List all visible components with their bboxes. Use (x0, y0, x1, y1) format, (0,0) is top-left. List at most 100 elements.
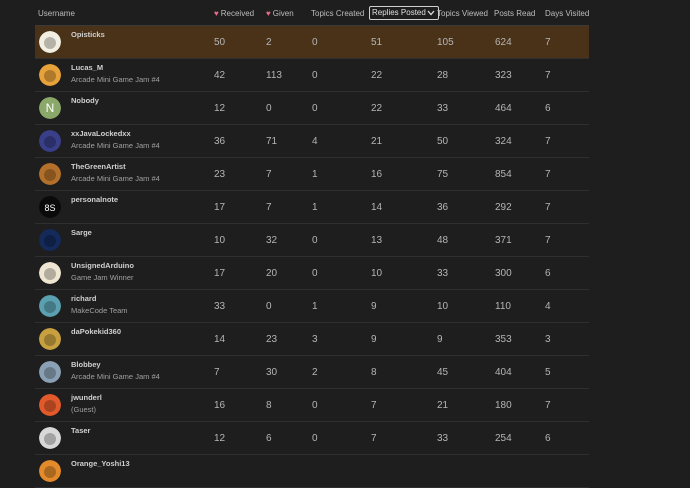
avatar[interactable] (39, 229, 61, 251)
username-link[interactable]: Opisticks (71, 30, 105, 39)
cell-given: 7 (266, 169, 272, 180)
cell-posts-read: 324 (495, 136, 512, 147)
cell-given: 8 (266, 400, 272, 411)
username-link[interactable]: UnsignedArduino (71, 261, 134, 270)
cell-topics-created: 2 (312, 367, 318, 378)
cell-given: 6 (266, 433, 272, 444)
user-title: Arcade Mini Game Jam #4 (71, 141, 160, 150)
cell-topics-created: 1 (312, 169, 318, 180)
avatar[interactable] (39, 163, 61, 185)
cell-posts-read: 300 (495, 268, 512, 279)
column-username[interactable]: Username (38, 9, 75, 18)
table-row: richard MakeCode Team 33 0 1 9 10 110 4 (35, 290, 589, 323)
cell-topics-created: 1 (312, 202, 318, 213)
table-row: Taser 12 6 0 7 33 254 6 (35, 422, 589, 455)
username-link[interactable]: Taser (71, 426, 90, 435)
cell-days-visited: 6 (545, 268, 551, 279)
username-link[interactable]: Lucas_M (71, 63, 103, 72)
cell-given: 0 (266, 103, 272, 114)
cell-posts-read: 110 (495, 301, 511, 312)
cell-received: 12 (214, 103, 226, 114)
cell-topics-viewed: 28 (437, 70, 449, 81)
cell-topics-viewed: 48 (437, 235, 449, 246)
cell-topics-created: 0 (312, 103, 318, 114)
avatar[interactable] (39, 130, 61, 152)
column-days-visited[interactable]: Days Visited (545, 9, 589, 18)
table-row: daPokekid360 14 23 3 9 9 353 3 (35, 323, 589, 356)
avatar[interactable] (39, 31, 61, 53)
column-given[interactable]: ♥ Given (266, 9, 294, 18)
table-row: xxJavaLockedxx Arcade Mini Game Jam #4 36 7… (35, 125, 589, 158)
cell-days-visited: 7 (545, 202, 551, 213)
user-title: MakeCode Team (71, 306, 128, 315)
column-received-label: Received (220, 9, 255, 18)
cell-topics-viewed: 9 (437, 334, 443, 345)
username-link[interactable]: richard (71, 294, 96, 303)
column-topics-created[interactable]: Topics Created (311, 9, 364, 18)
cell-posts-read: 624 (495, 37, 512, 48)
cell-received: 42 (214, 70, 226, 81)
table-row: UnsignedArduino Game Jam Winner 17 20 0 10 33 3… (35, 257, 589, 290)
cell-topics-viewed: 75 (437, 169, 449, 180)
column-received[interactable]: ♥ Received (214, 9, 254, 18)
cell-days-visited: 6 (545, 103, 551, 114)
user-title: Arcade Mini Game Jam #4 (71, 75, 160, 84)
cell-received: 17 (214, 268, 226, 279)
username-link[interactable]: xxJavaLockedxx (71, 129, 131, 138)
cell-replies-posted: 22 (371, 103, 383, 114)
cell-posts-read: 353 (495, 334, 512, 345)
cell-posts-read: 323 (495, 70, 512, 81)
cell-replies-posted: 8 (371, 367, 377, 378)
avatar[interactable]: N (39, 97, 61, 119)
cell-replies-posted: 10 (371, 268, 383, 279)
username-link[interactable]: Orange_Yoshi13 (71, 459, 130, 468)
avatar[interactable] (39, 427, 61, 449)
username-link[interactable]: jwunderl (71, 393, 102, 402)
cell-topics-created: 0 (312, 400, 318, 411)
avatar-letter: 8S (44, 203, 55, 213)
column-replies-posted-sorted[interactable]: Replies Posted (369, 6, 439, 20)
table-row: Sarge 10 32 0 13 48 371 7 (35, 224, 589, 257)
avatar[interactable] (39, 328, 61, 350)
avatar[interactable] (39, 460, 61, 482)
username-link[interactable]: Blobbey (71, 360, 101, 369)
cell-received: 12 (214, 433, 226, 444)
cell-days-visited: 7 (545, 400, 551, 411)
cell-posts-read: 180 (495, 400, 512, 411)
username-link[interactable]: Nobody (71, 96, 99, 105)
cell-topics-viewed: 33 (437, 268, 449, 279)
cell-posts-read: 254 (495, 433, 512, 444)
cell-replies-posted: 9 (371, 334, 377, 345)
avatar[interactable] (39, 361, 61, 383)
avatar[interactable] (39, 295, 61, 317)
chevron-down-icon (426, 9, 436, 17)
user-title: (Guest) (71, 405, 97, 414)
leaderboard-table: Username ♥ Received ♥ Given Topics Created… (35, 0, 589, 488)
cell-topics-created: 0 (312, 268, 318, 279)
cell-days-visited: 7 (545, 136, 551, 147)
username-link[interactable]: personalnote (71, 195, 118, 204)
avatar[interactable] (39, 262, 61, 284)
avatar[interactable]: 8S (39, 196, 61, 218)
username-link[interactable]: Sarge (71, 228, 92, 237)
cell-topics-viewed: 36 (437, 202, 449, 213)
username-link[interactable]: daPokekid360 (71, 327, 121, 336)
cell-received: 7 (214, 367, 220, 378)
cell-topics-viewed: 33 (437, 103, 449, 114)
cell-days-visited: 6 (545, 433, 551, 444)
username-link[interactable]: TheGreenArtist (71, 162, 126, 171)
cell-given: 32 (266, 235, 278, 246)
cell-received: 16 (214, 400, 226, 411)
cell-posts-read: 371 (495, 235, 512, 246)
avatar[interactable] (39, 394, 61, 416)
column-posts-read[interactable]: Posts Read (494, 9, 535, 18)
table-row: 8S personalnote 17 7 1 14 36 292 7 (35, 191, 589, 224)
cell-received: 23 (214, 169, 226, 180)
avatar[interactable] (39, 64, 61, 86)
cell-posts-read: 404 (495, 367, 512, 378)
column-topics-viewed[interactable]: Topics Viewed (437, 9, 488, 18)
cell-replies-posted: 16 (371, 169, 383, 180)
table-row: N Nobody 12 0 0 22 33 464 6 (35, 92, 589, 125)
user-title: Arcade Mini Game Jam #4 (71, 174, 160, 183)
cell-replies-posted: 7 (371, 400, 377, 411)
